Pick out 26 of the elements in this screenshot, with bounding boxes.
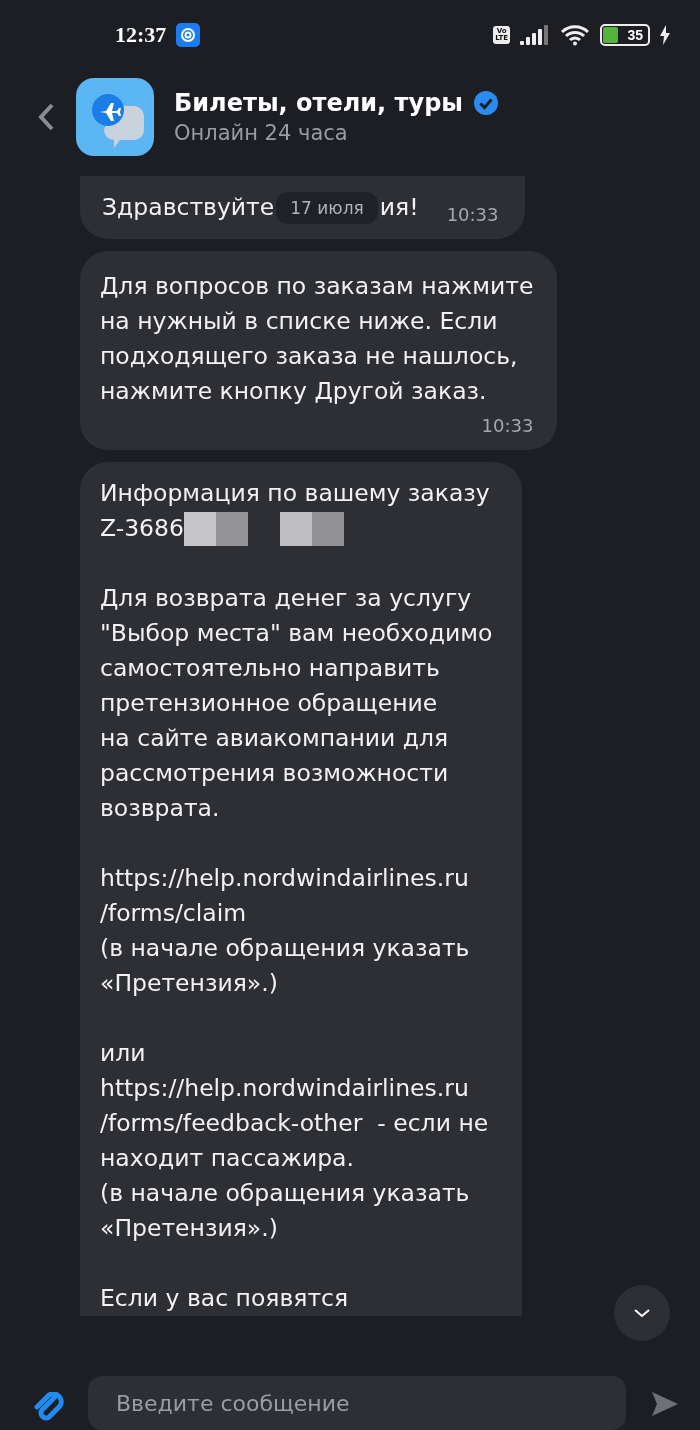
message-text: Если у вас появятся [100,1283,350,1314]
battery-percent: 35 [627,27,643,43]
chat-title: Билеты, отели, туры [174,89,464,117]
mail-app-icon [176,23,201,47]
date-chip: 17 июля [276,191,378,224]
send-icon [650,1390,680,1418]
message-text: Информация по вашему заказу [100,478,491,509]
message-text: https://help.nordwindairlines.ru /forms/claim (в начале обращения указать «Претензия».) [100,863,471,999]
message-text: Для вопросов по заказам нажмите на нужный в списке ниже. Если подходящего заказа не нашлось, нажмите кнопку Другой заказ. [100,271,534,407]
chevron-down-icon [633,1308,651,1318]
message-time: 10:33 [446,204,499,225]
back-button[interactable] [36,102,56,132]
message-text: Здравствуйте [102,192,275,223]
order-number: Z-3686 [100,513,184,544]
clock: 12:37 [115,22,167,48]
message-time: 10:33 [481,415,534,436]
signal-icon [520,25,550,45]
back-icon [36,102,56,132]
online-status: Онлайн 24 часа [174,121,349,145]
message-input[interactable]: Введите сообщение [88,1376,626,1430]
wifi-icon [560,24,590,46]
avatar-icon [76,78,154,156]
message-text: или https://help.nordwindairlines.ru /forms/feedback-other - если не находит пассажира. (в начале обращения указать «Претензия».) [100,1038,490,1244]
message-text: ия! [379,192,419,223]
message-text: Для возврата денег за услугу "Выбор места" вам необходимо самостоятельно направить претензионное обращение на сайте авиакомпании для рассмотрения возможности возврата. [100,583,493,824]
send-button[interactable] [650,1390,680,1418]
